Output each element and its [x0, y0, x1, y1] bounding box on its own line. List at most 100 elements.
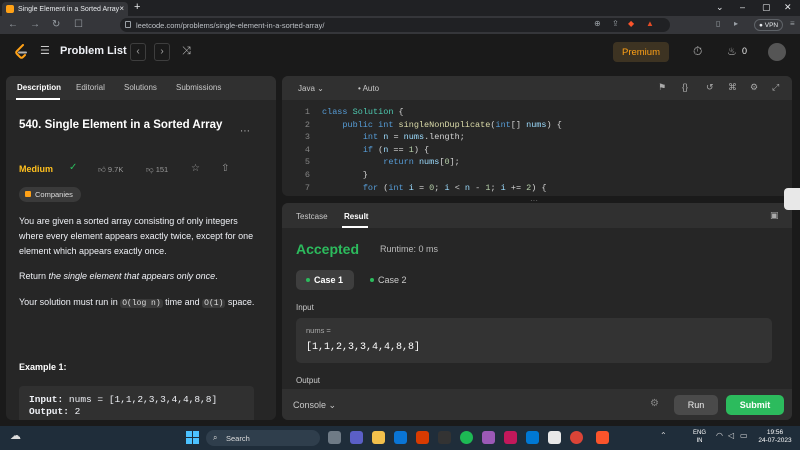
tab-result[interactable]: Result — [344, 212, 368, 221]
like-button[interactable]: 👍︎ 9.7K — [98, 165, 123, 175]
collapse-panel-icon[interactable]: ▣ — [770, 210, 779, 221]
intellij-icon[interactable] — [504, 431, 517, 444]
more-options-icon[interactable]: ⋯ — [240, 126, 250, 137]
notes-icon[interactable] — [784, 188, 800, 210]
problem-list-icon[interactable]: ☰ — [40, 44, 50, 57]
shuffle-icon[interactable]: ⤨ — [182, 45, 191, 58]
auto-mode[interactable]: • Auto — [358, 84, 379, 93]
weather-icon[interactable]: ☁ — [10, 429, 21, 442]
input-box: nums = [1,1,2,3,3,4,4,8,8] — [296, 318, 772, 363]
task-view-icon[interactable] — [328, 431, 341, 444]
wallet-icon[interactable]: ▸ — [734, 19, 738, 28]
language-indicator[interactable]: ENG IN — [693, 429, 706, 445]
minimize-icon[interactable]: – — [740, 2, 745, 12]
windows-start-icon[interactable] — [186, 431, 199, 444]
tab-editorial[interactable]: Editorial — [76, 83, 105, 92]
run-button[interactable]: Run — [674, 395, 718, 415]
tab-solutions[interactable]: Solutions — [124, 83, 157, 92]
code-line[interactable]: 7 for (int i = 0; i < n - 1; i += 2) { — [282, 182, 792, 195]
case-2-button[interactable]: Case 2 — [360, 270, 414, 290]
reset-icon[interactable]: ↺ — [706, 82, 714, 93]
menu-icon[interactable]: ≡ — [790, 19, 795, 28]
close-window-icon[interactable]: ✕ — [784, 2, 792, 13]
code-line[interactable]: 2 public int singleNonDuplicate(int[] nu… — [282, 119, 792, 132]
next-problem-button[interactable]: › — [154, 43, 170, 61]
tab-testcase[interactable]: Testcase — [296, 212, 328, 221]
runtime-text: Runtime: 0 ms — [380, 244, 439, 254]
code-line[interactable]: 4 if (n == 1) { — [282, 144, 792, 157]
vscode-icon[interactable] — [526, 431, 539, 444]
teams-icon[interactable] — [350, 431, 363, 444]
fullscreen-icon[interactable]: ⤢ — [772, 82, 779, 93]
problem-list-link[interactable]: Problem List — [60, 45, 127, 57]
brave-rewards-icon[interactable]: ▲ — [646, 19, 654, 28]
close-tab-icon[interactable]: × — [119, 4, 124, 13]
photos-icon[interactable] — [482, 431, 495, 444]
timer-icon[interactable]: ⏱ — [693, 44, 702, 59]
language-select[interactable]: Java ⌄ — [298, 84, 324, 93]
companies-tag[interactable]: Companies — [19, 187, 81, 202]
file-explorer-icon[interactable] — [372, 431, 385, 444]
example-box: Input: nums = [1,1,2,3,3,4,4,8,8] Output… — [19, 386, 254, 420]
vpn-button[interactable]: ● VPN — [754, 19, 784, 31]
dislike-button[interactable]: 👎︎ 151 — [146, 165, 168, 175]
prev-problem-button[interactable]: ‹ — [130, 43, 146, 61]
spotify-icon[interactable] — [460, 431, 473, 444]
brave-icon[interactable] — [596, 431, 609, 444]
lock-icon — [25, 191, 31, 197]
browser-tab-title: Single Element in a Sorted Array — [18, 5, 120, 13]
reload-icon[interactable]: ↻ — [52, 19, 60, 30]
premium-button[interactable]: Premium — [613, 42, 669, 62]
bookmark-icon[interactable]: ☐ — [74, 19, 83, 30]
star-icon[interactable]: ☆ — [191, 163, 200, 174]
chrome-icon[interactable] — [570, 431, 583, 444]
new-tab-button[interactable]: + — [134, 1, 140, 13]
volume-icon[interactable]: ◁ — [728, 431, 734, 440]
code-line[interactable]: 6 } — [282, 169, 792, 182]
companies-label: Companies — [35, 190, 73, 199]
sidebar-icon[interactable]: ▯ — [716, 19, 720, 28]
lock-icon — [125, 21, 131, 28]
avatar[interactable] — [768, 43, 786, 61]
share-icon[interactable]: ⇪ — [612, 19, 619, 28]
shortcut-icon[interactable]: ⌘ — [728, 82, 737, 93]
back-icon[interactable]: ← — [8, 19, 18, 30]
terminal-icon[interactable] — [438, 431, 451, 444]
tab-submissions[interactable]: Submissions — [176, 83, 221, 92]
taskbar-search[interactable]: ⌕ Search — [206, 430, 320, 446]
bookmark-icon[interactable]: ⚑ — [658, 82, 666, 93]
forward-icon[interactable]: → — [30, 19, 40, 30]
code-editor: Java ⌄ • Auto ⚑ {} ↺ ⌘ ⚙ ⤢ 1 class Soluti… — [282, 76, 792, 196]
maximize-icon[interactable]: ▢ — [762, 2, 771, 13]
streak-fire-icon[interactable]: ♨ — [727, 45, 737, 58]
tab-description[interactable]: Description — [17, 83, 61, 92]
brave-shield-icon[interactable]: ◆ — [628, 19, 634, 28]
wifi-icon[interactable]: ◠ — [716, 431, 723, 440]
leetcode-logo-icon[interactable] — [14, 44, 28, 60]
code-line[interactable]: 3 int n = nums.length; — [282, 131, 792, 144]
submit-button[interactable]: Submit — [726, 395, 784, 415]
streak-count: 0 — [742, 46, 748, 56]
url-input[interactable]: leetcode.com/problems/single-element-in-… — [120, 18, 670, 32]
mail-icon[interactable] — [394, 431, 407, 444]
complexity-space: O(1) — [202, 299, 226, 308]
window-tab-search-icon[interactable]: ⌄ — [716, 2, 724, 13]
debug-icon[interactable]: ⚙ — [650, 398, 659, 409]
share-problem-icon[interactable]: ⇧ — [221, 163, 229, 174]
browser-tab[interactable]: Single Element in a Sorted Array × — [2, 2, 128, 16]
settings-gear-icon[interactable]: ⚙ — [750, 82, 758, 93]
system-tray[interactable]: ⌃ — [660, 431, 667, 440]
zoom-icon[interactable]: ⊕ — [594, 19, 601, 28]
notepad-icon[interactable] — [548, 431, 561, 444]
code-line[interactable]: 1 class Solution { — [282, 106, 792, 119]
office-icon[interactable] — [416, 431, 429, 444]
code-line[interactable]: 5 return nums[0]; — [282, 156, 792, 169]
console-toggle[interactable]: Console ⌄ — [293, 400, 336, 411]
complexity-time: O(log n) — [120, 299, 163, 308]
case-1-button[interactable]: Case 1 — [296, 270, 354, 290]
format-icon[interactable]: {} — [682, 82, 688, 92]
battery-icon[interactable]: ▭ — [740, 431, 748, 440]
like-count: 9.7K — [107, 165, 124, 174]
taskbar-clock[interactable]: 19:56 24-07-2023 — [755, 429, 795, 445]
address-bar-row: ← → ↻ ☐ leetcode.com/problems/single-ele… — [0, 16, 800, 34]
